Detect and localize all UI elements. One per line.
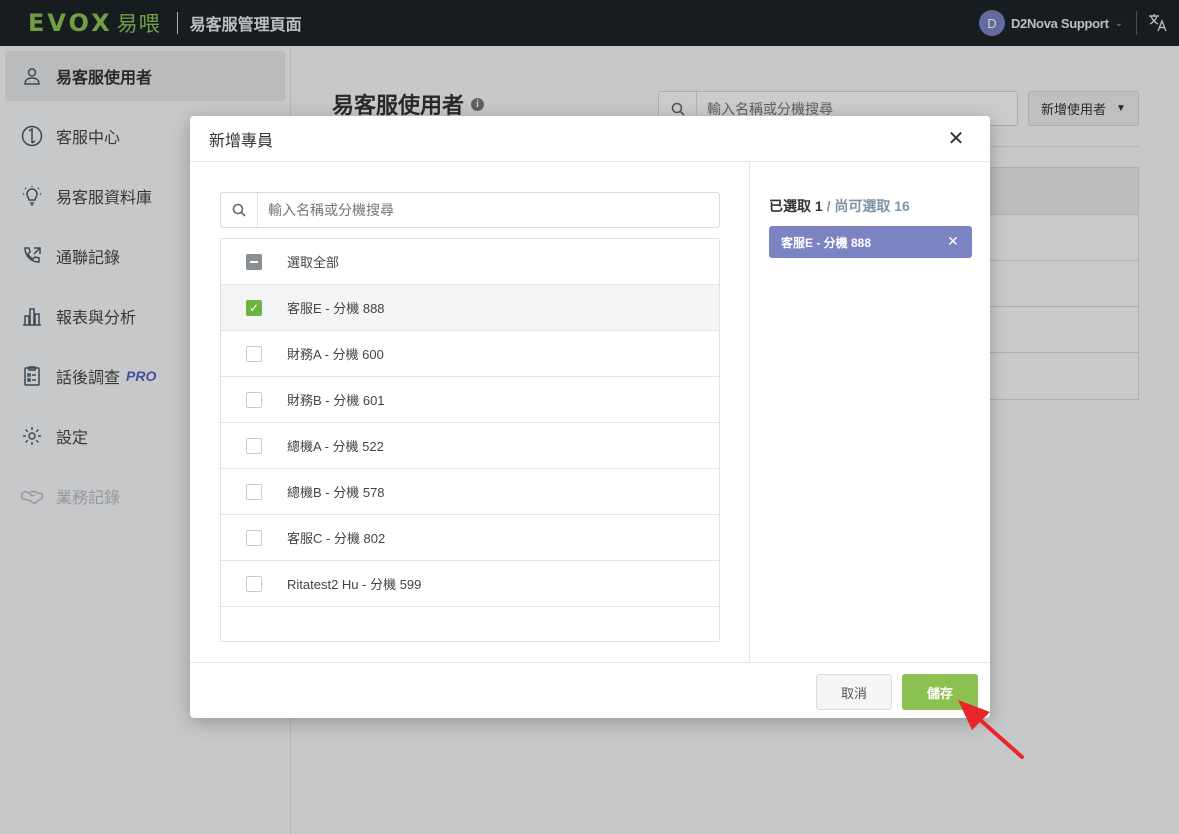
remaining-count: / 尚可選取 16 bbox=[826, 198, 910, 214]
list-item[interactable]: 財務A - 分機 600 bbox=[221, 331, 719, 377]
select-all-label: 選取全部 bbox=[287, 255, 340, 270]
agent-list: 選取全部 ✓ 客服E - 分機 888 財務A - 分機 600 財務B - 分… bbox=[220, 238, 720, 642]
search-icon bbox=[221, 193, 258, 227]
modal-footer: 取消 儲存 bbox=[190, 662, 990, 718]
checkbox[interactable] bbox=[246, 483, 262, 500]
selected-count: 已選取 1 bbox=[769, 198, 823, 214]
list-item[interactable]: 總機B - 分機 578 bbox=[221, 469, 719, 515]
list-item[interactable]: 客服C - 分機 802 bbox=[221, 515, 719, 561]
selected-chip: 客服E - 分機 888 ✕ bbox=[769, 226, 972, 258]
select-all-checkbox[interactable] bbox=[246, 253, 262, 270]
checkbox[interactable] bbox=[246, 529, 262, 546]
modal-title: 新增專員 bbox=[209, 132, 274, 150]
agent-search-input[interactable] bbox=[258, 202, 698, 218]
list-item-label: 財務A - 分機 600 bbox=[287, 347, 384, 362]
modal-body: 選取全部 ✓ 客服E - 分機 888 財務A - 分機 600 財務B - 分… bbox=[190, 162, 990, 662]
list-item[interactable]: Ritatest2 Hu - 分機 599 bbox=[221, 561, 719, 607]
checkbox[interactable] bbox=[246, 391, 262, 408]
list-item-label: 總機A - 分機 522 bbox=[287, 439, 384, 454]
checkbox[interactable] bbox=[246, 345, 262, 362]
chip-label: 客服E - 分機 888 bbox=[781, 235, 872, 250]
selected-pane: 已選取 1 / 尚可選取 16 客服E - 分機 888 ✕ bbox=[751, 162, 990, 662]
list-item[interactable]: 總機A - 分機 522 bbox=[221, 423, 719, 469]
select-all-row[interactable]: 選取全部 bbox=[221, 239, 719, 285]
checkbox[interactable] bbox=[246, 437, 262, 454]
list-item[interactable]: 財務B - 分機 601 bbox=[221, 377, 719, 423]
annotation-arrow-icon bbox=[958, 700, 1024, 759]
list-item-label: 總機B - 分機 578 bbox=[287, 485, 385, 500]
agent-search-box bbox=[220, 192, 720, 228]
list-item-label: Ritatest2 Hu - 分機 599 bbox=[287, 577, 422, 592]
add-agent-modal: 新增專員 ✕ 選取全部 ✓ 客服E - 分機 888 bbox=[190, 116, 990, 718]
selection-summary: 已選取 1 / 尚可選取 16 bbox=[769, 196, 910, 216]
cancel-button[interactable]: 取消 bbox=[816, 674, 892, 710]
close-icon[interactable]: ✕ bbox=[946, 129, 966, 149]
checkbox[interactable] bbox=[246, 575, 262, 592]
checkbox[interactable]: ✓ bbox=[246, 299, 262, 316]
agent-picker: 選取全部 ✓ 客服E - 分機 888 財務A - 分機 600 財務B - 分… bbox=[190, 162, 750, 662]
modal-header: 新增專員 ✕ bbox=[190, 116, 990, 162]
remove-icon[interactable]: ✕ bbox=[946, 234, 960, 248]
list-item[interactable]: ✓ 客服E - 分機 888 bbox=[221, 285, 719, 331]
list-item-label: 客服C - 分機 802 bbox=[287, 531, 386, 546]
list-item-label: 客服E - 分機 888 bbox=[287, 301, 385, 316]
list-item-label: 財務B - 分機 601 bbox=[287, 393, 385, 408]
